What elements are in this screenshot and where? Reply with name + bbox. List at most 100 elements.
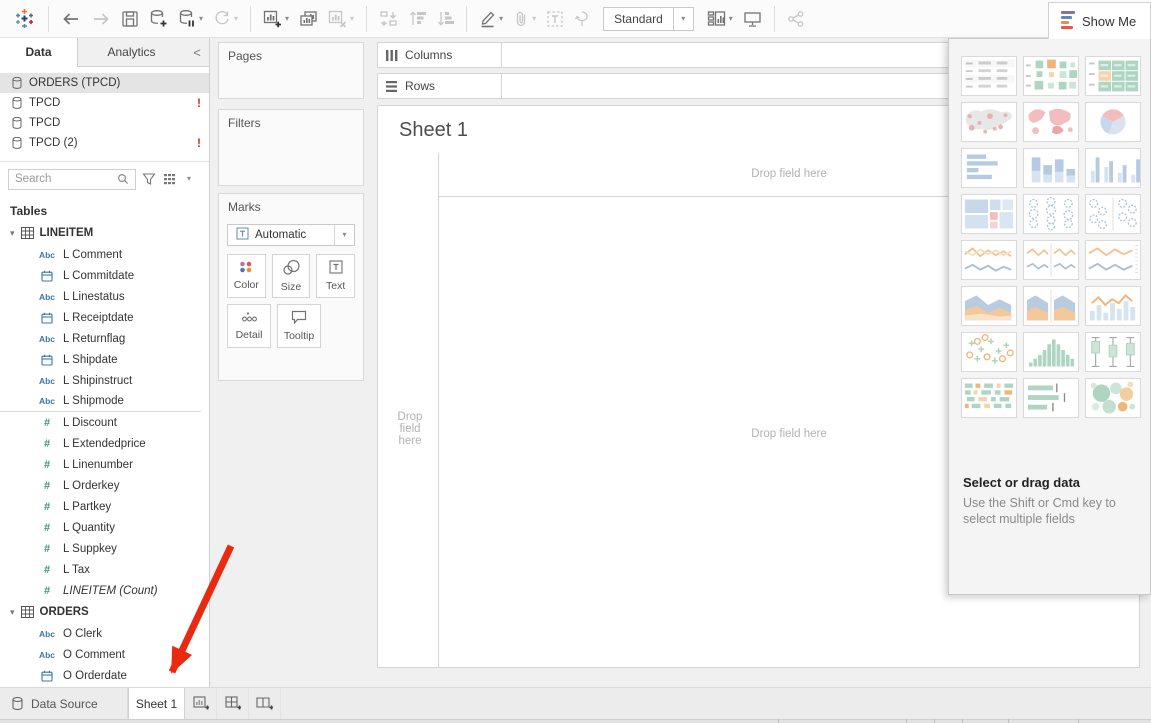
redo-button[interactable] <box>86 5 116 33</box>
show-me-circle-views-thumbnail[interactable] <box>1023 194 1079 234</box>
tableau-logo-button[interactable] <box>8 5 41 33</box>
field-item[interactable]: #LINEITEM (Count) <box>0 580 209 601</box>
highlight-caret-icon[interactable]: ▾ <box>499 15 503 23</box>
field-item[interactable]: #L Quantity <box>0 517 209 538</box>
show-mark-labels-button[interactable] <box>541 5 569 33</box>
save-button[interactable] <box>116 5 144 33</box>
table-group-lineitem[interactable]: ▾LINEITEM <box>0 222 209 244</box>
field-item[interactable]: L Receiptdate <box>0 307 209 328</box>
sort-ascending-button[interactable] <box>403 5 431 33</box>
marks-color-button[interactable]: Color <box>227 254 266 298</box>
fix-axes-button[interactable] <box>569 5 595 33</box>
filters-card[interactable]: Filters <box>218 109 364 186</box>
show-me-gantt-thumbnail[interactable] <box>961 378 1017 418</box>
pause-auto-updates-button[interactable]: ▾ <box>173 5 208 33</box>
show-me-symbol-map-thumbnail[interactable] <box>961 102 1017 142</box>
pages-card[interactable]: Pages <box>218 42 364 99</box>
show-me-highlight-table-thumbnail[interactable] <box>1085 56 1141 96</box>
chevron-down-icon[interactable]: ▾ <box>10 607 15 618</box>
undo-button[interactable] <box>56 5 86 33</box>
mark-type-dropdown[interactable]: Automatic ▾ <box>227 224 355 246</box>
swap-rows-columns-button[interactable] <box>374 5 403 33</box>
field-item[interactable]: #L Suppkey <box>0 538 209 559</box>
search-input-wrap[interactable] <box>8 169 136 190</box>
show-me-side-by-side-circles-thumbnail[interactable] <box>1085 194 1141 234</box>
run-update-button[interactable]: ▾ <box>208 5 243 33</box>
field-item[interactable]: O Orderdate <box>0 665 209 686</box>
field-item[interactable]: AbcL Shipinstruct <box>0 370 209 391</box>
data-source-tab[interactable]: Data Source <box>0 688 128 719</box>
share-button[interactable] <box>782 5 810 33</box>
new-data-source-button[interactable] <box>144 5 173 33</box>
field-item[interactable]: AbcO Comment <box>0 644 209 665</box>
sheet-1-tab[interactable]: Sheet 1 <box>128 688 185 719</box>
marks-tooltip-button[interactable]: Tooltip <box>277 304 321 348</box>
field-item[interactable]: #L Extendedprice <box>0 433 209 454</box>
data-source-item[interactable]: TPCD! <box>0 93 209 113</box>
show-me-heatmap-thumbnail[interactable] <box>1023 56 1079 96</box>
tab-data[interactable]: Data <box>0 38 78 67</box>
field-item[interactable]: #L Orderkey <box>0 475 209 496</box>
field-item[interactable]: AbcO Clerk <box>0 623 209 644</box>
chevron-down-icon[interactable]: ▾ <box>10 228 15 239</box>
highlight-button[interactable]: ▾ <box>474 5 508 33</box>
pause-auto-updates-caret-icon[interactable]: ▾ <box>199 15 203 23</box>
view-options-caret-icon[interactable]: ▾ <box>185 173 193 185</box>
marks-size-button[interactable]: Size <box>272 254 311 298</box>
show-me-stacked-bars-thumbnail[interactable] <box>1023 148 1079 188</box>
show-me-filled-map-thumbnail[interactable] <box>1023 102 1079 142</box>
new-dashboard-tab-button[interactable] <box>217 688 249 719</box>
field-item[interactable]: AbcL Linestatus <box>0 286 209 307</box>
data-source-item[interactable]: TPCD <box>0 113 209 133</box>
group-members-button[interactable]: ▾ <box>508 5 541 33</box>
group-members-caret-icon[interactable]: ▾ <box>532 15 536 23</box>
collapse-pane-icon[interactable]: < <box>185 38 209 66</box>
show-me-pie-chart-thumbnail[interactable] <box>1085 102 1141 142</box>
new-worksheet-button[interactable]: ▾ <box>258 5 294 33</box>
tab-analytics[interactable]: Analytics <box>78 38 185 66</box>
show-me-text-table-thumbnail[interactable] <box>961 56 1017 96</box>
filter-fields-icon[interactable] <box>140 170 158 188</box>
search-input[interactable] <box>15 173 115 185</box>
show-me-horizontal-bars-thumbnail[interactable] <box>961 148 1017 188</box>
show-me-lines-continuous-thumbnail[interactable] <box>961 240 1017 280</box>
clear-sheet-button[interactable]: ▾ <box>323 5 359 33</box>
fit-selector[interactable]: Standard▾ <box>603 7 694 31</box>
show-me-dual-lines-thumbnail[interactable] <box>1085 240 1141 280</box>
marks-text-button[interactable]: Text <box>316 254 355 298</box>
show-hide-cards-button[interactable]: ▾ <box>702 5 738 33</box>
presentation-mode-button[interactable] <box>738 5 767 33</box>
show-me-box-and-whisker-thumbnail[interactable] <box>1085 332 1141 372</box>
marks-detail-button[interactable]: Detail <box>227 304 271 348</box>
show-me-dual-combination-thumbnail[interactable] <box>1085 286 1141 326</box>
fit-selector-caret-icon[interactable]: ▾ <box>673 8 693 30</box>
field-item[interactable]: #L Tax <box>0 559 209 580</box>
show-me-packed-bubbles-thumbnail[interactable] <box>1085 378 1141 418</box>
new-story-tab-button[interactable] <box>249 688 281 719</box>
show-me-button[interactable]: Show Me <box>1048 2 1151 39</box>
field-item[interactable]: L Shipdate <box>0 349 209 370</box>
show-me-histogram-thumbnail[interactable] <box>1023 332 1079 372</box>
field-item[interactable]: #L Discount <box>0 412 209 433</box>
view-options-icon[interactable] <box>162 171 181 188</box>
show-me-bullet-graph-thumbnail[interactable] <box>1023 378 1079 418</box>
table-group-orders[interactable]: ▾ORDERS <box>0 601 209 623</box>
field-item[interactable]: L Commitdate <box>0 265 209 286</box>
field-item[interactable]: #L Linenumber <box>0 454 209 475</box>
show-me-lines-discrete-thumbnail[interactable] <box>1023 240 1079 280</box>
duplicate-sheet-button[interactable] <box>294 5 323 33</box>
field-item[interactable]: AbcL Shipmode <box>0 391 201 412</box>
data-source-item[interactable]: ORDERS (TPCD) <box>0 73 209 93</box>
show-me-area-continuous-thumbnail[interactable] <box>961 286 1017 326</box>
field-item[interactable]: AbcL Comment <box>0 244 209 265</box>
sort-descending-button[interactable] <box>431 5 459 33</box>
data-source-item[interactable]: TPCD (2)! <box>0 133 209 153</box>
show-me-area-discrete-thumbnail[interactable] <box>1023 286 1079 326</box>
show-me-scatter-plot-thumbnail[interactable] <box>961 332 1017 372</box>
field-item[interactable]: AbcL Returnflag <box>0 328 209 349</box>
run-update-caret-icon[interactable]: ▾ <box>234 15 238 23</box>
new-worksheet-caret-icon[interactable]: ▾ <box>285 15 289 23</box>
new-worksheet-tab-button[interactable] <box>185 688 217 719</box>
show-hide-cards-caret-icon[interactable]: ▾ <box>729 15 733 23</box>
show-me-side-by-side-bars-thumbnail[interactable] <box>1085 148 1141 188</box>
